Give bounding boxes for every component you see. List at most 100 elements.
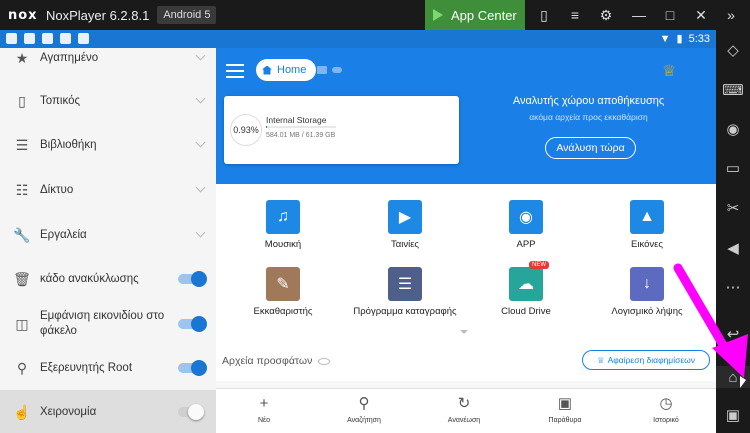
drawer-item-network[interactable]: ☷ Δίκτυο bbox=[0, 168, 216, 212]
chevron-down-icon bbox=[195, 182, 206, 193]
broom-icon: ✎ bbox=[266, 267, 300, 301]
home-icon bbox=[262, 65, 272, 75]
drawer-item-label: Βιβλιοθήκη bbox=[40, 138, 97, 151]
chevron-down-icon bbox=[195, 227, 206, 238]
recent-files-header[interactable]: Αρχεία προσφάτων bbox=[222, 355, 331, 367]
drawer-item-folder-icons[interactable]: ◫ Εμφάνιση εικονιδίου στο φάκελο bbox=[0, 301, 216, 347]
music-icon: ♫ bbox=[266, 200, 300, 234]
storage-percent: 0.93% bbox=[233, 125, 259, 135]
nox-logo: nox bbox=[8, 7, 38, 23]
recent-files-title: Αρχεία προσφάτων bbox=[222, 355, 313, 367]
category-label: Εκκαθαριστής bbox=[253, 306, 313, 317]
sidebar-toggle-icon[interactable]: » bbox=[722, 6, 740, 24]
drawer-item-local[interactable]: ▯ Τοπικός bbox=[0, 79, 216, 123]
drawer-item-library[interactable]: ☰ Βιβλιοθήκη bbox=[0, 123, 216, 167]
recycle-bin-toggle[interactable] bbox=[178, 271, 207, 287]
nav-label: Αναζήτηση bbox=[347, 417, 381, 424]
android-version-badge: Android 5 bbox=[157, 6, 217, 24]
drawer-item-label: Τοπικός bbox=[40, 94, 81, 107]
category-app[interactable]: ◉ APP bbox=[471, 200, 581, 250]
root-explorer-toggle[interactable] bbox=[178, 360, 207, 376]
rotate-icon[interactable]: ◇ bbox=[716, 39, 750, 61]
category-label: Λογισμικό λήψης bbox=[611, 306, 683, 317]
keyboard-icon[interactable]: ⌨ bbox=[716, 79, 750, 101]
nav-label: Ιστορικό bbox=[653, 417, 679, 424]
cloud-icon[interactable] bbox=[332, 67, 342, 73]
location-icon[interactable]: ◉ bbox=[716, 118, 750, 140]
header-panel: Home ♕ 0.93% Internal Storage 584.01 MB … bbox=[216, 48, 716, 184]
category-music[interactable]: ♫ Μουσική bbox=[228, 200, 338, 250]
drawer-item-label: Δίκτυο bbox=[40, 183, 74, 196]
crown-icon[interactable]: ♕ bbox=[662, 61, 676, 81]
mouse-cursor bbox=[740, 376, 746, 388]
menu-icon[interactable]: ≡ bbox=[566, 6, 584, 24]
category-cleaner[interactable]: ✎ Εκκαθαριστής bbox=[228, 267, 338, 317]
back-icon[interactable]: ↩ bbox=[716, 323, 750, 345]
toggle-knob bbox=[191, 316, 207, 332]
nav-new-button[interactable]: + Νέο bbox=[224, 395, 304, 424]
minimize-icon[interactable]: — bbox=[630, 6, 648, 24]
hamburger-menu-icon[interactable] bbox=[226, 64, 244, 78]
internal-storage-card[interactable]: 0.93% Internal Storage 584.01 MB / 61.39… bbox=[224, 96, 459, 164]
star-icon: ★ bbox=[15, 49, 29, 66]
category-label: Εικόνες bbox=[631, 239, 663, 250]
phone-icon: ▯ bbox=[18, 92, 26, 109]
folder-icon-toggle[interactable] bbox=[178, 316, 207, 332]
category-movies[interactable]: ▶ Ταινίες bbox=[350, 200, 460, 250]
drawer-item-root-explorer[interactable]: ⚲ Εξερευνητής Root bbox=[0, 346, 216, 390]
windows-icon: ▣ bbox=[557, 395, 573, 412]
breadcrumb-home[interactable]: Home bbox=[256, 59, 317, 81]
navigation-drawer: ★ Αγαπημένο ▯ Τοπικός ☰ Βιβλιοθήκη ☷ Δίκ… bbox=[0, 48, 216, 433]
nav-refresh-button[interactable]: ↻ Ανανέωση bbox=[424, 395, 504, 424]
analyze-now-button[interactable]: Ανάλυση τώρα bbox=[545, 137, 636, 159]
play-store-icon bbox=[433, 9, 443, 21]
shirt-icon[interactable]: ▯ bbox=[535, 6, 553, 24]
notification-icons bbox=[6, 33, 89, 44]
notification-icon bbox=[60, 33, 71, 44]
android-status-bar: ▼ ▮ 5:33 bbox=[0, 30, 716, 48]
layers-icon: ☰ bbox=[388, 267, 422, 301]
root-icon: ⚲ bbox=[16, 359, 28, 376]
nav-search-button[interactable]: ⚲ Αναζήτηση bbox=[324, 395, 404, 424]
toggle-knob bbox=[188, 404, 204, 420]
nav-history-button[interactable]: ◷ Ιστορικό bbox=[626, 395, 706, 424]
file-manager-main: Home ♕ 0.93% Internal Storage 584.01 MB … bbox=[216, 48, 716, 433]
android-icon: ◉ bbox=[509, 200, 543, 234]
category-images[interactable]: ▲ Εικόνες bbox=[592, 200, 702, 250]
window-icon[interactable] bbox=[317, 66, 327, 74]
storage-size: 584.01 MB / 61.39 GB bbox=[266, 132, 336, 139]
library-icon: ☰ bbox=[15, 136, 29, 153]
gear-icon[interactable]: ⚙ bbox=[597, 6, 615, 24]
app-center-button[interactable]: App Center bbox=[425, 0, 525, 30]
more-icon[interactable]: ⋯ bbox=[716, 276, 750, 298]
screen-icon[interactable]: ▭ bbox=[716, 157, 750, 179]
category-cloud-drive[interactable]: ☁ NEW Cloud Drive bbox=[471, 261, 581, 317]
analyzer-title: Αναλυτής χώρου αποθήκευσης bbox=[512, 95, 665, 107]
storage-progress-bar bbox=[266, 126, 336, 128]
history-icon: ◷ bbox=[659, 395, 673, 412]
scissors-icon[interactable]: ✂ bbox=[716, 197, 750, 219]
notification-icon bbox=[24, 33, 35, 44]
toggle-knob bbox=[191, 360, 207, 376]
drawer-item-favorites[interactable]: ★ Αγαπημένο bbox=[0, 48, 216, 80]
drawer-item-tools[interactable]: 🔧 Εργαλεία bbox=[0, 213, 216, 257]
category-recorder[interactable]: ☰ Πρόγραμμα καταγραφής bbox=[350, 267, 460, 317]
notification-icon bbox=[6, 33, 17, 44]
expand-more-icon[interactable] bbox=[460, 330, 468, 334]
volume-icon[interactable]: ◀ bbox=[716, 237, 750, 259]
gesture-toggle[interactable] bbox=[178, 404, 204, 420]
remove-ads-button[interactable]: ♕ Αφαίρεση διαφημίσεων bbox=[582, 350, 710, 370]
drawer-item-label: Εξερευνητής Root bbox=[40, 361, 133, 374]
nav-windows-button[interactable]: ▣ Παράθυρα bbox=[525, 395, 605, 424]
drawer-item-gesture[interactable]: ☝ Χειρονομία bbox=[0, 390, 216, 433]
recent-apps-icon[interactable]: ▣ bbox=[716, 404, 750, 426]
close-icon[interactable]: ✕ bbox=[692, 6, 710, 24]
category-downloader[interactable]: ↓ Λογισμικό λήψης bbox=[592, 267, 702, 317]
app-center-label: App Center bbox=[451, 7, 517, 23]
category-label: Μουσική bbox=[264, 239, 302, 250]
cloud-drive-icon: ☁ NEW bbox=[509, 261, 549, 301]
drawer-item-recycle-bin[interactable]: 🗑 κάδο ανακύκλωσης bbox=[0, 257, 216, 301]
eye-icon[interactable] bbox=[318, 357, 331, 365]
maximize-icon[interactable]: □ bbox=[661, 6, 679, 24]
remove-ads-label: Αφαίρεση διαφημίσεων bbox=[607, 355, 696, 365]
